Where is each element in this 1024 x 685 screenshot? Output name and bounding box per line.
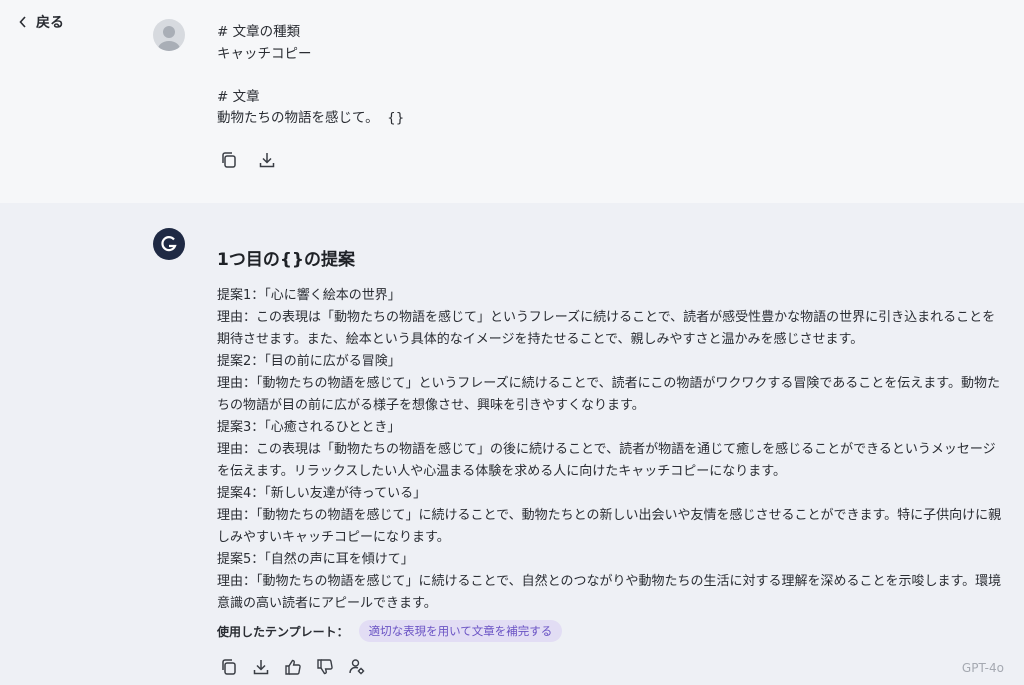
thumbs-down-button[interactable] <box>313 655 337 679</box>
user-message-line: # 文章 <box>217 88 260 105</box>
user-avatar <box>153 19 185 51</box>
user-message-line: キャッチコピー <box>217 45 312 62</box>
proposal-heading: 提案3：「心癒されるひととき」 <box>217 420 401 435</box>
user-settings-button[interactable] <box>345 655 369 679</box>
assistant-avatar <box>153 228 185 260</box>
back-button[interactable]: 戻る <box>18 12 64 32</box>
copy-button[interactable] <box>217 655 241 679</box>
copy-icon <box>222 152 236 168</box>
template-label: 使用したテンプレート： <box>217 624 349 639</box>
chat-page: # 文章の種類 キャッチコピー # 文章 動物たちの物語を感じて。 {} 戻る … <box>0 0 1024 685</box>
back-label: 戻る <box>36 15 64 31</box>
proposal-reason: 理由：「動物たちの物語を感じて」に続けることで、動物たちとの新しい出会いや友情を… <box>217 508 1002 545</box>
copy-icon <box>222 659 236 675</box>
thumbs-up-button[interactable] <box>281 655 305 679</box>
copy-button[interactable] <box>217 148 241 172</box>
user-message-block: # 文章の種類 キャッチコピー # 文章 動物たちの物語を感じて。 {} <box>0 0 1024 203</box>
proposal-reason: 理由：この表現は「動物たちの物語を感じて」の後に続けることで、読者が物語を通じて… <box>217 442 996 479</box>
answer-title: 1つ目の{}の提案 <box>217 250 356 270</box>
chevron-left-icon <box>19 16 26 28</box>
template-info: 使用したテンプレート： 適切な表現を用いて文章を補完する <box>217 620 563 642</box>
user-settings-icon <box>349 659 365 675</box>
assistant-message-block: 1つ目の{}の提案 提案1：「心に響く絵本の世界」 理由：この表現は「動物たちの… <box>0 203 1024 685</box>
download-button[interactable] <box>255 148 279 172</box>
proposal-reason: 理由：「動物たちの物語を感じて」というフレーズに続けることで、読者にこの物語がワ… <box>217 376 1000 413</box>
user-message-line <box>217 65 997 87</box>
proposal-heading: 提案1：「心に響く絵本の世界」 <box>217 288 401 303</box>
thumbs-down-icon <box>317 659 333 675</box>
thumbs-up-icon <box>285 659 301 675</box>
user-avatar-icon <box>158 26 180 51</box>
proposal-heading: 提案5：「自然の声に耳を傾けて」 <box>217 552 414 567</box>
download-icon <box>253 660 269 675</box>
assistant-message-actions <box>217 655 369 679</box>
proposal-reason: 理由：この表現は「動物たちの物語を感じて」というフレーズに続けることで、読者が感… <box>217 310 996 347</box>
user-message-line: # 文章の種類 <box>217 24 301 40</box>
proposal-heading: 提案4：「新しい友達が待っている」 <box>217 486 427 501</box>
template-chip[interactable]: 適切な表現を用いて文章を補完する <box>358 620 563 642</box>
proposal-heading: 提案2：「目の前に広がる冒険」 <box>217 354 401 369</box>
answer-body: 提案1：「心に響く絵本の世界」 理由：この表現は「動物たちの物語を感じて」という… <box>217 285 1007 615</box>
assistant-logo-icon <box>161 236 177 252</box>
download-icon <box>259 153 275 168</box>
user-message-text: # 文章の種類 キャッチコピー # 文章 動物たちの物語を感じて。 {} <box>217 22 997 130</box>
download-button[interactable] <box>249 655 273 679</box>
user-message-line: 動物たちの物語を感じて。 {} <box>217 110 405 126</box>
model-label: GPT-4o <box>961 661 1004 675</box>
proposal-reason: 理由：「動物たちの物語を感じて」に続けることで、自然とのつながりや動物たちの生活… <box>217 574 1002 611</box>
user-message-actions <box>217 148 279 172</box>
